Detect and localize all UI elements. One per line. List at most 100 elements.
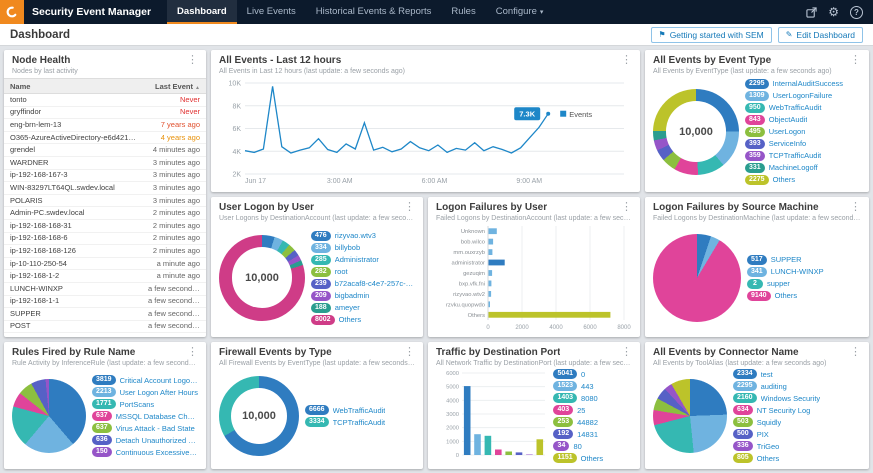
legend-item[interactable]: 1523 443 [553,381,632,392]
card-menu-button[interactable]: ⋮ [402,202,417,213]
legend-item[interactable]: 34 80 [553,441,632,452]
node-row[interactable]: ip-10-110-250-54 a minute ago [4,257,206,271]
legend-item[interactable]: 2213 User Logon After Hours [92,387,198,398]
legend-item[interactable]: 253 44882 [553,417,632,428]
traffic-port-bar-chart[interactable]: 0 1000 2000 3000 4000 5000 6000 [436,369,549,463]
firewall-donut-chart[interactable]: 10,000 [219,376,299,456]
card-menu-button[interactable]: ⋮ [185,347,200,358]
node-row[interactable]: gryffindor Never [4,106,206,120]
legend-item[interactable]: 285 Administrator [311,254,415,265]
legend-item[interactable]: 2295 InternalAuditSuccess [745,78,861,89]
event-type-donut-chart[interactable]: 10,000 [653,88,739,175]
edit-dashboard-button[interactable]: ✎ Edit Dashboard [777,26,863,43]
legend-item[interactable]: 1771 PortScans [92,399,198,410]
legend-item[interactable]: 1309 UserLogonFailure [745,90,861,101]
legend-item[interactable]: 634 NT Security Log [733,405,861,416]
legend-item[interactable]: 359 TCPTrafficAudit [745,150,861,161]
legend-item[interactable]: 336 TriGeo [733,441,861,452]
legend-item[interactable]: 188 ameyer [311,302,415,313]
nav-item-historical-events[interactable]: Historical Events & Reports [306,0,442,24]
nav-item-dashboard[interactable]: Dashboard [167,0,237,24]
nav-item-configure[interactable]: Configure ▾ [486,0,554,24]
node-row[interactable]: WIN-83297LT64QL.swdev.local 3 minutes ag… [4,181,206,195]
node-row[interactable]: POLARIS 3 minutes ago [4,194,206,208]
card-menu-button[interactable]: ⋮ [848,55,863,66]
node-row[interactable]: ip-192-168-1-1 a few seconds ago [4,295,206,309]
help-icon[interactable]: ? [850,5,863,19]
legend-item[interactable]: 282 root [311,266,415,277]
node-row[interactable]: ip-192-168-1-2 a minute ago [4,269,206,283]
legend-item[interactable]: 192 14831 [553,429,632,440]
legend-item[interactable]: 3819 Critical Account Logon Failures [92,375,198,386]
source-machine-pie-chart[interactable] [653,233,741,322]
card-menu-button[interactable]: ⋮ [619,202,634,213]
node-row[interactable]: ip-192-168-168-31 2 minutes ago [4,219,206,233]
legend-item[interactable]: 209 bigbadmin [311,290,415,301]
legend-item[interactable]: 331 MachineLogoff [745,162,861,173]
legend-item[interactable]: 2 supper [747,278,861,289]
legend-item[interactable]: 2334 test [733,369,861,380]
rules-fired-pie-chart[interactable] [12,379,86,453]
legend-value-pill: 2295 [745,78,769,89]
node-row[interactable]: grendel 4 minutes ago [4,143,206,157]
legend-item[interactable]: 1403 8080 [553,393,632,404]
node-row[interactable]: ip-192-168-167-3 3 minutes ago [4,169,206,183]
node-row[interactable]: eng-brn-lem-13 7 years ago [4,118,206,132]
legend-item[interactable]: 3334 TCPTrafficAudit [305,417,415,428]
node-row[interactable]: tonto Never [4,93,206,107]
legend-item[interactable]: 2275 Others [745,174,861,185]
legend-item[interactable]: 6666 WebTrafficAudit [305,405,415,416]
legend-item[interactable]: 517 SUPPER [747,254,861,265]
connector-name-pie-chart[interactable] [653,379,727,453]
legend-item[interactable]: 341 LUNCH-WINXP [747,266,861,277]
legend-item[interactable]: 2295 auditing [733,381,861,392]
node-row[interactable]: SUPPER a few seconds ago [4,307,206,321]
legend-item[interactable]: 8002 Others [311,314,415,325]
legend-item[interactable]: 637 MSSQL Database Change Attempt [92,411,198,422]
card-menu-button[interactable]: ⋮ [619,347,634,358]
node-row[interactable]: POST a few seconds ago [4,320,206,334]
logon-failures-bar-chart[interactable]: 0 2000 4000 6000 8000 Unknown bob.wilco mm.ouxr… [436,224,632,331]
legend-item[interactable]: 5041 0 [553,369,632,380]
card-menu-button[interactable]: ⋮ [848,347,863,358]
user-logon-donut-chart[interactable]: 10,000 [219,234,305,321]
legend-item[interactable]: 503 Squidly [733,417,861,428]
nav-item-rules[interactable]: Rules [441,0,485,24]
legend-item[interactable]: 2160 Windows Security [733,393,861,404]
all-events-line-chart[interactable]: 10K 8K 6K 4K 2K Jun 17 3:00 AM 6:00 AM 9:00 AM 7.… [219,77,632,186]
legend-item[interactable]: 393 ServiceInfo [745,138,861,149]
column-header-last-event[interactable]: Last Event ▲ [142,78,206,94]
legend-item[interactable]: 334 billybob [311,242,415,253]
legend-item[interactable]: 9140 Others [747,290,861,301]
card-menu-button[interactable]: ⋮ [185,55,200,66]
legend-item[interactable]: 843 ObjectAudit [745,114,861,125]
legend-item[interactable]: 500 PIX [733,429,861,440]
node-row[interactable]: ip-192-168-168-6 2 minutes ago [4,232,206,246]
legend-item[interactable]: 239 b72acaf8-c4e7-257c-d63a-6200af6e [311,278,415,289]
node-row[interactable]: Admin-PC.swdev.local 2 minutes ago [4,206,206,220]
column-header-name[interactable]: Name [4,78,142,94]
solarwinds-logo-icon[interactable] [0,0,24,24]
legend-item[interactable]: 150 Continuous Excessive Logon Failures [92,447,198,458]
nav-right-icons: ⚙ ? [806,0,873,24]
card-menu-button[interactable]: ⋮ [619,55,634,66]
legend-item[interactable]: 637 Virus Attack - Bad State [92,423,198,434]
launch-icon[interactable] [806,6,817,18]
node-row[interactable]: WARDNER 3 minutes ago [4,156,206,170]
node-row[interactable]: O365-AzureActiveDirectory-e6d421c0-debd-… [4,131,206,145]
svg-text:0: 0 [486,325,490,331]
nav-item-live-events[interactable]: Live Events [237,0,306,24]
card-menu-button[interactable]: ⋮ [402,347,417,358]
node-row[interactable]: LUNCH-WINXP a few seconds ago [4,282,206,296]
legend-item[interactable]: 403 25 [553,405,632,416]
gear-icon[interactable]: ⚙ [828,6,839,18]
node-row[interactable]: ip-192-168-168-126 2 minutes ago [4,244,206,258]
legend-item[interactable]: 495 UserLogon [745,126,861,137]
getting-started-button[interactable]: ⚑ Getting started with SEM [650,26,772,43]
legend-item[interactable]: 636 Detach Unauthorized USB Device [92,435,198,446]
legend-item[interactable]: 1151 Others [553,453,632,464]
legend-item[interactable]: 476 rizyvao.wtv3 [311,230,415,241]
card-menu-button[interactable]: ⋮ [848,202,863,213]
legend-item[interactable]: 950 WebTrafficAudit [745,102,861,113]
legend-item[interactable]: 805 Others [733,453,861,464]
